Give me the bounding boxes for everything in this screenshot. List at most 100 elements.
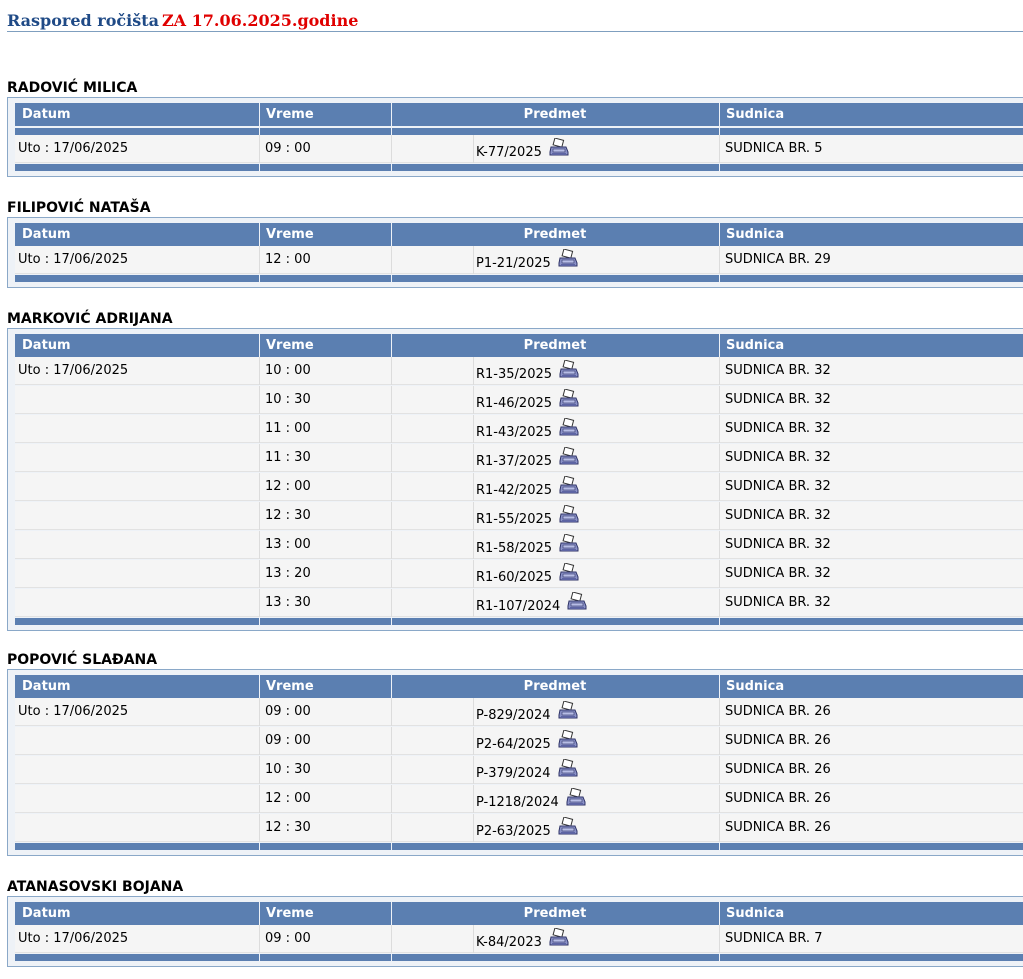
column-divider — [391, 334, 392, 357]
page-title: Raspored ročišta — [7, 11, 159, 30]
printer-icon[interactable] — [559, 504, 579, 525]
case-cell: P-829/2024 — [391, 698, 719, 726]
case-number: P-1218/2024 — [476, 795, 559, 810]
table-row: 13 : 30 R1-107/2024 SUDNICA BR. 32 — [15, 589, 1023, 617]
printer-icon[interactable] — [559, 446, 579, 467]
printer-icon[interactable] — [559, 359, 579, 380]
cell-divider — [259, 502, 260, 530]
cell-divider — [391, 386, 392, 414]
table-row: Uto : 17/06/2025 09 : 00 K-84/2023 SUDNICA … — [15, 925, 1023, 953]
printer-icon[interactable] — [558, 700, 578, 721]
cell-divider — [473, 756, 474, 784]
column-divider — [719, 128, 720, 135]
header-underbar — [15, 128, 1023, 135]
hearing-date: Uto : 17/06/2025 — [18, 141, 129, 156]
column-divider — [719, 675, 720, 698]
column-divider — [719, 164, 720, 171]
courtroom: SUDNICA BR. 32 — [725, 421, 831, 436]
cell-divider — [473, 925, 474, 953]
column-header-datum: Datum — [22, 227, 71, 242]
schedule-table: Datum Vreme Predmet Sudnica Uto : 17/06/2025… — [7, 97, 1023, 177]
table-header: Datum Vreme Predmet Sudnica — [15, 223, 1023, 246]
cell-divider — [259, 925, 260, 953]
cell-divider — [391, 357, 392, 385]
table-grid: Datum Vreme Predmet Sudnica Uto : 17/06/2025… — [15, 902, 1023, 961]
column-divider — [391, 275, 392, 282]
courtroom: SUDNICA BR. 32 — [725, 508, 831, 523]
cell-divider — [391, 502, 392, 530]
hearing-time: 11 : 30 — [265, 450, 311, 465]
hearing-date: Uto : 17/06/2025 — [18, 704, 129, 719]
cell-divider — [259, 698, 260, 726]
printer-icon[interactable] — [558, 816, 578, 837]
hearing-date — [15, 531, 259, 559]
hearing-date — [15, 727, 259, 755]
column-divider — [719, 902, 720, 925]
cell-divider — [391, 531, 392, 559]
table-row: 13 : 20 R1-60/2025 SUDNICA BR. 32 — [15, 560, 1023, 588]
column-divider — [719, 954, 720, 961]
cell-divider — [473, 386, 474, 414]
column-header-sudnica: Sudnica — [726, 107, 785, 122]
table-row: Uto : 17/06/2025 09 : 00 P-829/2024 SUDNICA… — [15, 698, 1023, 726]
case-cell: R1-107/2024 — [391, 589, 719, 617]
printer-icon[interactable] — [558, 248, 578, 269]
printer-icon[interactable] — [549, 137, 569, 158]
cell-divider — [259, 444, 260, 472]
cell-divider — [719, 415, 720, 443]
printer-icon[interactable] — [558, 758, 578, 779]
case-cell: K-84/2023 — [391, 925, 719, 953]
cell-divider — [473, 246, 474, 274]
printer-icon[interactable] — [558, 729, 578, 750]
printer-icon[interactable] — [566, 787, 586, 808]
schedule-table: Datum Vreme Predmet Sudnica Uto : 17/06/2025… — [7, 217, 1023, 288]
hearing-date: Uto : 17/06/2025 — [18, 363, 129, 378]
cell-divider — [719, 560, 720, 588]
cell-divider — [259, 814, 260, 842]
case-cell: K-77/2025 — [391, 135, 719, 163]
table-row: 12 : 00 P-1218/2024 SUDNICA BR. 26 — [15, 785, 1023, 813]
column-divider — [719, 843, 720, 850]
hearing-time: 13 : 20 — [265, 566, 311, 581]
printer-icon[interactable] — [559, 533, 579, 554]
hearing-time: 09 : 00 — [265, 704, 311, 719]
courtroom: SUDNICA BR. 32 — [725, 392, 831, 407]
column-header-vreme: Vreme — [266, 906, 314, 921]
column-header-datum: Datum — [22, 107, 71, 122]
column-divider — [259, 954, 260, 961]
column-divider — [259, 164, 260, 171]
cell-divider — [719, 386, 720, 414]
hearing-time: 11 : 00 — [265, 421, 311, 436]
cell-divider — [719, 502, 720, 530]
hearing-date — [15, 473, 259, 501]
case-cell: P-379/2024 — [391, 756, 719, 784]
hearing-time: 09 : 00 — [265, 141, 311, 156]
judge-name: ATANASOVSKI BOJANA — [7, 879, 184, 895]
column-header-predmet: Predmet — [523, 227, 587, 242]
column-divider — [391, 164, 392, 171]
printer-icon[interactable] — [559, 417, 579, 438]
table-row: 12 : 30 R1-55/2025 SUDNICA BR. 32 — [15, 502, 1023, 530]
case-number: P-829/2024 — [476, 708, 551, 723]
printer-icon[interactable] — [549, 927, 569, 948]
cell-divider — [259, 756, 260, 784]
printer-icon[interactable] — [559, 388, 579, 409]
hearing-date: Uto : 17/06/2025 — [18, 252, 129, 267]
printer-icon[interactable] — [559, 475, 579, 496]
printer-icon[interactable] — [567, 591, 587, 612]
cell-divider — [719, 246, 720, 274]
cell-divider — [473, 135, 474, 163]
hearing-time: 12 : 30 — [265, 820, 311, 835]
case-number: R1-107/2024 — [476, 599, 561, 614]
table-header: Datum Vreme Predmet Sudnica — [15, 334, 1023, 357]
cell-divider — [259, 531, 260, 559]
schedule-date: ZA 17.06.2025.godine — [162, 11, 359, 30]
printer-icon[interactable] — [559, 562, 579, 583]
table-row: Uto : 17/06/2025 09 : 00 K-77/2025 SUDNICA … — [15, 135, 1023, 163]
column-divider — [719, 103, 720, 126]
cell-divider — [259, 135, 260, 163]
cell-divider — [473, 785, 474, 813]
hearing-date — [15, 560, 259, 588]
column-divider — [259, 902, 260, 925]
column-divider — [259, 223, 260, 246]
